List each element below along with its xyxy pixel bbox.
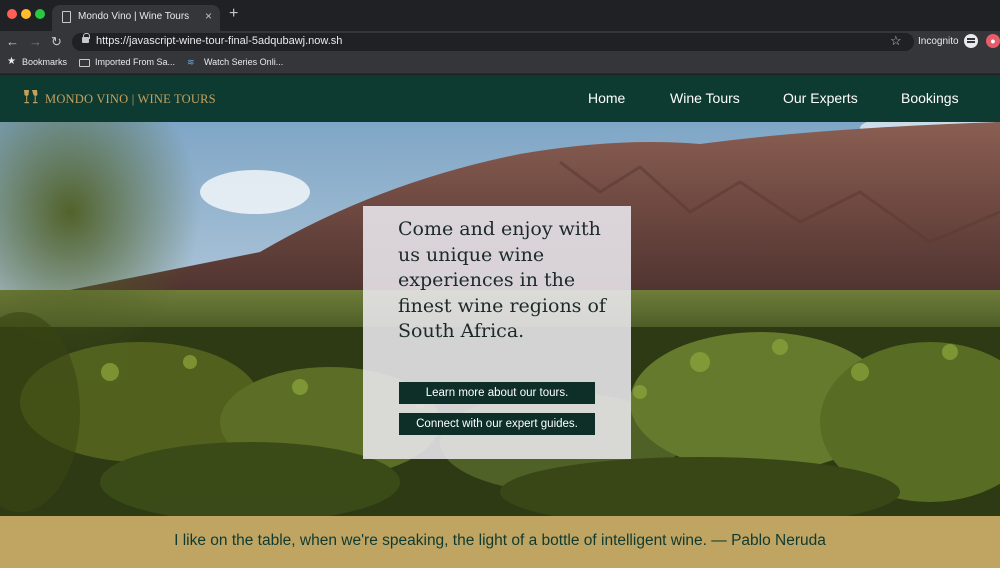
connect-guides-button[interactable]: Connect with our expert guides.	[399, 413, 595, 435]
hero-card: Come and enjoy with us unique wine exper…	[363, 206, 631, 459]
wine-glasses-icon	[24, 90, 38, 104]
quote-bar: I like on the table, when we're speaking…	[0, 516, 1000, 568]
back-arrow-icon[interactable]: ←	[6, 34, 19, 50]
quote-text: I like on the table, when we're speaking…	[174, 532, 826, 549]
nav-wine-tours[interactable]: Wine Tours	[670, 90, 740, 106]
nav-bookings[interactable]: Bookings	[901, 90, 959, 106]
address-bar[interactable]: https://javascript-wine-tour-final-5adqu…	[72, 33, 914, 51]
bookmark-star-icon[interactable]: ☆	[890, 33, 902, 49]
tab-close-icon[interactable]: ×	[205, 9, 212, 23]
browser-toolbar: ← → ↻ https://javascript-wine-tour-final…	[0, 31, 1000, 53]
nav-our-experts[interactable]: Our Experts	[783, 90, 858, 106]
site-icon: ≋	[187, 57, 195, 67]
lock-icon	[82, 33, 90, 43]
window-maximize-button[interactable]	[35, 9, 45, 19]
bookmark-imported[interactable]: Imported From Sa...	[95, 57, 175, 67]
bookmark-bookmarks[interactable]: Bookmarks	[22, 57, 67, 67]
browser-tab[interactable]: Mondo Vino | Wine Tours ×	[52, 5, 220, 31]
hero-section: Come and enjoy with us unique wine exper…	[0, 122, 1000, 516]
tab-title: Mondo Vino | Wine Tours	[78, 11, 190, 22]
browser-tab-strip: Mondo Vino | Wine Tours × +	[0, 0, 1000, 31]
nav-home[interactable]: Home	[588, 90, 625, 106]
bookmarks-star-icon: ★	[7, 56, 16, 67]
window-close-button[interactable]	[7, 9, 17, 19]
reload-icon[interactable]: ↻	[51, 34, 62, 50]
bookmark-watch-series[interactable]: Watch Series Onli...	[204, 57, 283, 67]
site-header: MONDO VINO | WINE TOURS Home Wine Tours …	[0, 75, 1000, 122]
url-text[interactable]: https://javascript-wine-tour-final-5adqu…	[96, 35, 342, 47]
folder-icon	[79, 59, 90, 67]
hero-headline: Come and enjoy with us unique wine exper…	[398, 218, 606, 342]
bookmarks-bar: ★ Bookmarks Imported From Sa... ≋ Watch …	[0, 53, 1000, 74]
extension-icon[interactable]: ●	[986, 34, 1000, 48]
document-icon	[62, 11, 71, 23]
site-logo-text[interactable]: MONDO VINO | WINE TOURS	[45, 92, 216, 107]
forward-arrow-icon[interactable]: →	[29, 34, 42, 50]
learn-more-tours-button[interactable]: Learn more about our tours.	[399, 382, 595, 404]
new-tab-button[interactable]: +	[229, 6, 238, 22]
incognito-label: Incognito	[918, 36, 959, 47]
web-page: MONDO VINO | WINE TOURS Home Wine Tours …	[0, 75, 1000, 568]
window-minimize-button[interactable]	[21, 9, 31, 19]
incognito-icon[interactable]	[964, 34, 978, 48]
